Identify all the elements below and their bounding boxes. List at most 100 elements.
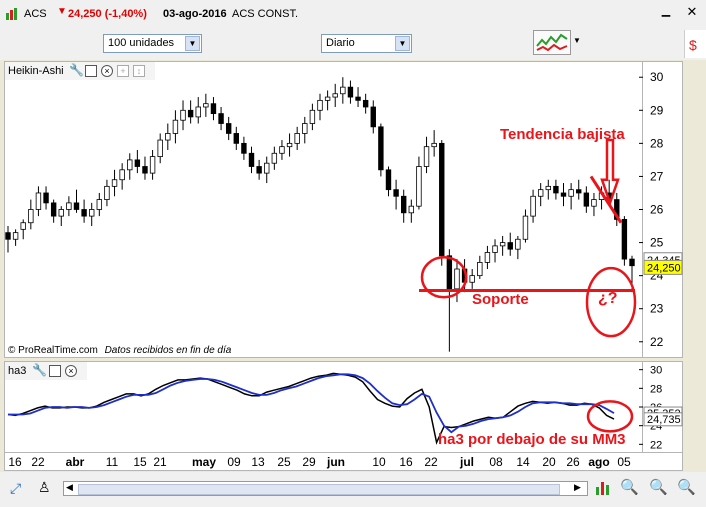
candle-body [309, 109, 316, 124]
horizontal-scrollbar[interactable]: ◀ ▶ [63, 481, 588, 496]
indicators-dropdown[interactable]: ▼ [573, 34, 583, 48]
date-axis-label: 08 [489, 455, 503, 469]
scroll-right-icon[interactable]: ▶ [574, 482, 581, 493]
side-tool-icon[interactable]: $ [684, 30, 706, 58]
minimize-icon[interactable]: ▁ [658, 4, 674, 20]
candle-body [58, 209, 64, 217]
date-axis-label: 29 [302, 455, 316, 469]
candle-body [195, 106, 201, 118]
candle [431, 130, 437, 157]
price-chart: 30292827262524232224,34524,250 [5, 70, 683, 352]
bar-chart-icon[interactable] [594, 479, 612, 497]
scrollbar-thumb[interactable] [78, 484, 560, 495]
candle [187, 100, 194, 124]
candle-body [180, 109, 186, 121]
zoom-fit-icon[interactable]: 🔍 [620, 478, 639, 496]
candle [149, 149, 156, 180]
title-bar: ACS ▼ 24,250 (-1,40%) 03-ago-2016 ACS CO… [0, 0, 706, 29]
candle-body [172, 119, 179, 134]
candle [35, 186, 42, 217]
candle-body [165, 133, 171, 141]
support-annotation: Soporte [472, 291, 529, 308]
candle [560, 183, 567, 207]
candle [96, 192, 103, 217]
candle [134, 149, 141, 174]
zoom-person-icon[interactable]: ♙ [38, 479, 51, 496]
candle-body [317, 99, 323, 111]
candle-body [241, 142, 247, 154]
candle-body [537, 189, 544, 197]
candle [423, 136, 430, 174]
candle [416, 156, 422, 210]
candle [50, 199, 57, 223]
period-select[interactable]: Diario ▼ [321, 34, 412, 53]
zoom-out-icon[interactable]: 🔍 [649, 478, 668, 496]
scroll-left-icon[interactable]: ◀ [66, 482, 73, 493]
candle [279, 140, 285, 160]
candle-body [264, 162, 270, 174]
candle-body [530, 195, 536, 217]
candle [66, 196, 72, 217]
candle-body [431, 142, 437, 148]
company-name-label: ACS CONST. [232, 8, 299, 20]
close-icon[interactable]: ✕ [684, 4, 700, 20]
date-label: 03-ago-2016 [163, 8, 227, 20]
candle [210, 97, 217, 121]
candle-body [111, 179, 118, 187]
indicator-axis-label: 30 [650, 365, 662, 377]
date-axis-label: 22 [424, 455, 438, 469]
candle-body [233, 133, 239, 144]
watermark: © ProRealTime.com Datos recibidos en fin… [8, 345, 231, 356]
price-axis-label: 23 [650, 302, 664, 316]
price-axis-label: 26 [650, 203, 664, 217]
symbol-label: ACS [24, 8, 47, 20]
candle [43, 186, 49, 210]
candle [484, 245, 491, 270]
indicators-button[interactable] [533, 30, 571, 55]
date-axis-label: 15 [133, 455, 147, 469]
candle-body [469, 275, 475, 283]
candle-body [545, 185, 551, 191]
cursor-tool-icon[interactable]: ⤢ [10, 480, 21, 497]
date-axis-label: may [192, 455, 216, 469]
candle [355, 87, 361, 107]
zoom-in-icon[interactable]: 🔍 [677, 478, 696, 496]
candle-body [408, 205, 415, 214]
date-axis-label: 22 [31, 455, 45, 469]
date-axis-label: abr [66, 455, 85, 469]
candle-body [401, 195, 407, 214]
date-axis-label: 13 [251, 455, 265, 469]
chart-app-icon [5, 7, 19, 21]
candle-body [499, 242, 506, 247]
candle-body [279, 146, 285, 154]
candle [5, 226, 11, 253]
candle [317, 93, 323, 121]
ma-line [8, 373, 615, 434]
candle [499, 235, 506, 256]
candle-body [12, 232, 19, 240]
candle [203, 93, 209, 117]
indicator-value-label: 24,735 [647, 414, 681, 426]
candle-body [43, 192, 49, 204]
date-axis-label: jul [459, 455, 474, 469]
candle-body [203, 103, 209, 108]
candle [401, 189, 407, 223]
candle-body [271, 152, 278, 164]
candle [111, 169, 118, 197]
candle-body [134, 159, 141, 167]
candle [142, 156, 148, 180]
candle [104, 179, 110, 207]
candle [408, 199, 415, 223]
date-axis-label: 05 [617, 455, 631, 469]
candle [439, 140, 445, 266]
price-axis-label: 30 [650, 70, 664, 84]
candle [294, 126, 300, 150]
date-axis-label: jun [326, 455, 345, 469]
candle-body [492, 245, 498, 253]
watermark-brand: © ProRealTime.com [8, 345, 98, 356]
candle [165, 123, 171, 150]
units-select[interactable]: 100 unidades ▼ [103, 34, 202, 53]
chevron-down-icon: ▼ [185, 36, 200, 51]
candle [157, 133, 163, 164]
price-tag-label: 24,250 [647, 262, 681, 274]
